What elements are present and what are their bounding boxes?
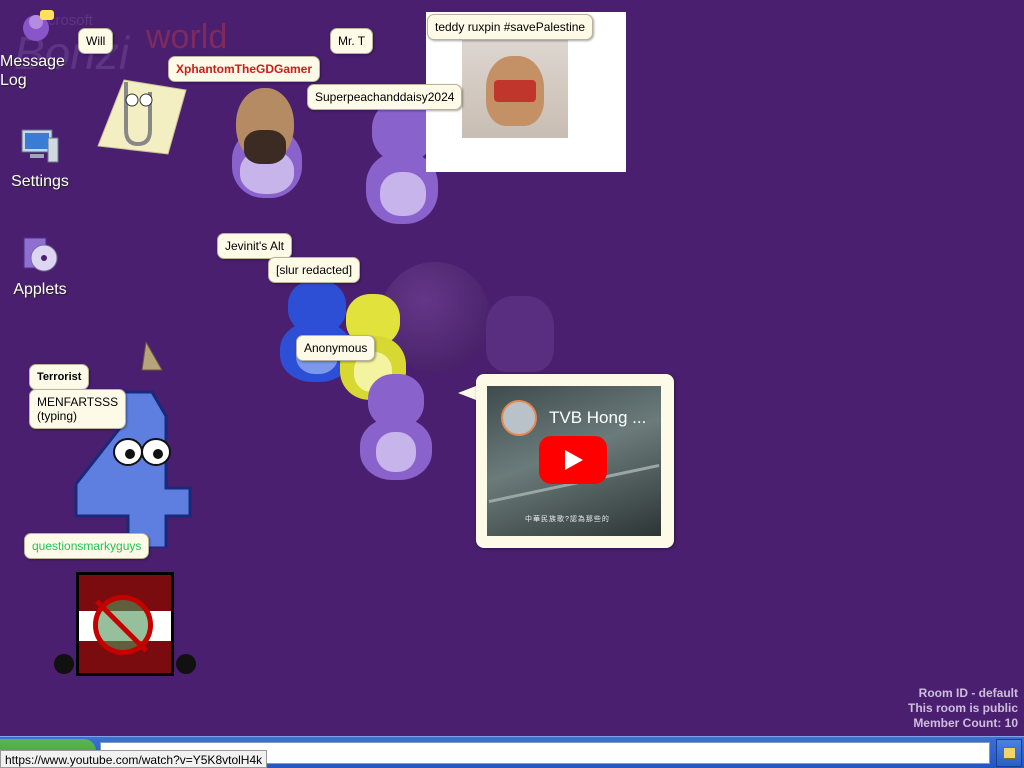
video-bubble-tail [458,386,476,400]
desktop-icon-label: Message Log [0,53,65,89]
desktop-icon-message-log[interactable]: Message Log [0,6,70,90]
user-name-bubble-mr-t: Mr. T [330,28,374,54]
room-id-text: Room ID - default [918,686,1018,700]
user-name-bubble-will: Will [78,28,114,54]
room-info-panel: Room ID - default This room is public Me… [908,686,1018,731]
channel-avatar-icon[interactable] [501,400,537,436]
send-button[interactable] [996,739,1022,767]
user-name-bubble-xphantom: XphantomTheGDGamer [168,56,321,82]
user-name-bubble-questionsmarkyguys: questionsmarkyguys [24,533,150,559]
ban-sign-left-wheel [54,654,74,674]
bonzi-character-purple[interactable] [356,374,436,484]
background-bonzi-watermark [486,296,554,372]
youtube-embed-frame[interactable]: TVB Hong ... 中華民族歌?認為那些的 [487,386,661,536]
user-name-bubble-superpeach: Superpeachanddaisy2024 [307,84,463,110]
ban-sign-right-wheel [176,654,196,674]
link-status-url: https://www.youtube.com/watch?v=Y5K8vtol… [0,750,268,768]
desktop-icon-label: Applets [13,281,67,298]
youtube-video-bubble[interactable]: TVB Hong ... 中華民族歌?認為那些的 [476,374,674,548]
teddy-bear-photo [462,40,568,138]
user-name-bubble-teddy: teddy ruxpin #savePalestine [427,14,594,40]
user-name-bubble-anonymous: Anonymous [296,335,376,361]
typing-status: (typing) [37,409,78,423]
user-name-bubble-jevinit: Jevinit's Alt [217,233,292,259]
desktop-icon-label: Settings [11,173,69,190]
video-subtitle: 中華民族歌?認為那些的 [525,516,610,523]
user-name-bubble-menfartsss: MENFARTSSS (typing) [29,389,127,429]
ban-sign-background [79,575,171,673]
youtube-play-icon[interactable] [539,436,607,484]
ban-sign-sprite[interactable] [76,572,174,676]
settings-computer-icon [21,129,59,163]
send-icon [1003,747,1016,759]
member-count-text: Member Count: 10 [913,716,1018,730]
applets-cd-icon [23,237,58,272]
user-name-bubble-terrorist: Terrorist [29,364,90,390]
small-pyramid-sprite [141,342,163,371]
teddy-bear-shirt [494,80,536,102]
desktop-icon-settings[interactable]: Settings [0,124,80,191]
background-brand-world: world [146,18,228,56]
clippy-paperclip-sprite[interactable] [94,70,190,160]
desktop-icon-applets[interactable]: Applets [0,232,80,299]
video-title[interactable]: TVB Hong ... [549,408,646,428]
user-name-bubble-redacted: [slur redacted] [268,257,361,283]
room-public-text: This room is public [907,701,1018,715]
message-log-icon [23,10,54,41]
user-name-menfartsss: MENFARTSSS [37,395,119,409]
